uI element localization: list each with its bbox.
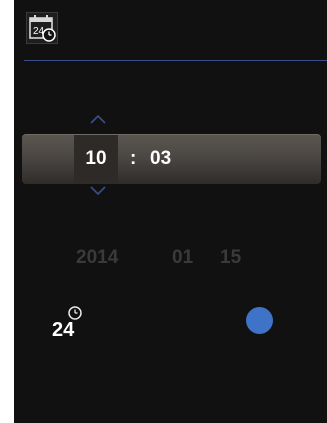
format-icon-text: 24 [52,319,75,338]
date-time-settings-screen: 24 10 : 03 2014 01 15 24 [14,0,327,423]
date-month[interactable]: 01 [172,246,193,270]
minute-value[interactable]: 03 [150,135,171,183]
24-hour-toggle[interactable] [246,307,273,334]
time-picker-band [22,134,321,184]
date-day[interactable]: 15 [220,246,241,270]
hour-value[interactable]: 10 [74,135,118,183]
header-divider [24,60,327,61]
time-separator: : [130,148,137,169]
time-decrease-arrow[interactable] [86,184,110,198]
time-increase-arrow[interactable] [86,112,110,126]
calendar-clock-icon[interactable]: 24 [26,12,58,44]
24-hour-format-icon: 24 [52,304,88,341]
date-year[interactable]: 2014 [76,246,118,270]
